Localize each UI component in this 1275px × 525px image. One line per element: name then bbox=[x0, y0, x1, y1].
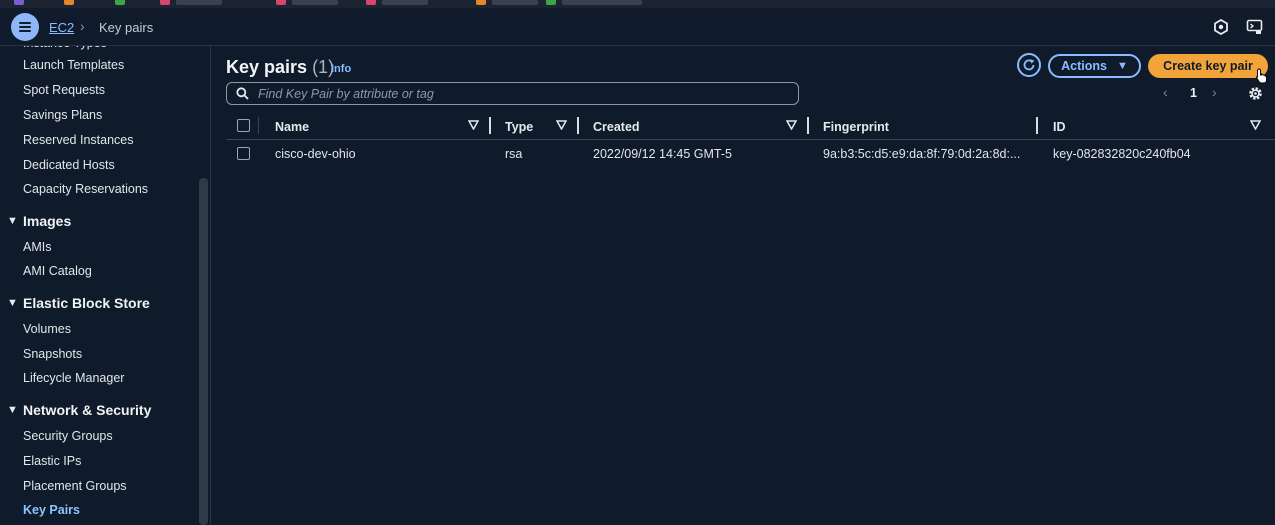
sidebar-item-partial[interactable]: Instance Types bbox=[23, 46, 107, 50]
sidebar-item-snapshots[interactable]: Snapshots bbox=[23, 347, 82, 361]
sidebar-item-security-groups[interactable]: Security Groups bbox=[23, 429, 113, 443]
actions-label: Actions bbox=[1061, 59, 1107, 73]
sidebar-item-savings-plans[interactable]: Savings Plans bbox=[23, 108, 102, 122]
sort-icon[interactable] bbox=[468, 120, 479, 130]
bookmark-icon[interactable] bbox=[366, 0, 376, 5]
sidebar-item-elastic-ips[interactable]: Elastic IPs bbox=[23, 454, 81, 468]
sidebar-item-spot-requests[interactable]: Spot Requests bbox=[23, 83, 105, 97]
column-resize-handle[interactable] bbox=[577, 117, 579, 134]
sidebar-section-title: Images bbox=[23, 213, 72, 229]
cloudshell-icon[interactable] bbox=[1245, 18, 1263, 36]
sort-icon[interactable] bbox=[786, 120, 797, 130]
chevron-right-icon[interactable]: › bbox=[1212, 84, 1217, 100]
column-resize-handle[interactable] bbox=[489, 117, 491, 134]
bookmark-icon[interactable] bbox=[64, 0, 74, 5]
gear-icon[interactable] bbox=[1247, 85, 1264, 102]
sidebar-item-reserved-instances[interactable]: Reserved Instances bbox=[23, 133, 133, 147]
sidebar-item-placement-groups[interactable]: Placement Groups bbox=[23, 479, 127, 493]
chevron-left-icon[interactable]: ‹ bbox=[1163, 84, 1168, 100]
sidebar-item-capacity-reservations[interactable]: Capacity Reservations bbox=[23, 182, 148, 196]
sidebar-section-title: Elastic Block Store bbox=[23, 295, 150, 311]
chevron-right-icon: › bbox=[80, 18, 85, 34]
sidebar-item-ami-catalog[interactable]: AMI Catalog bbox=[23, 264, 92, 278]
pointer-cursor-icon bbox=[1256, 68, 1267, 84]
bookmark-icon[interactable] bbox=[115, 0, 125, 5]
sidebar-item-launch-templates[interactable]: Launch Templates bbox=[23, 58, 124, 72]
triangle-down-icon: ▼ bbox=[7, 404, 18, 416]
sidebar-section-images[interactable]: ▼ Images bbox=[7, 213, 71, 229]
bookmark-bar bbox=[0, 0, 1275, 8]
bookmark-icon[interactable] bbox=[546, 0, 556, 5]
notifications-icon[interactable] bbox=[1212, 18, 1230, 36]
bookmark-label[interactable] bbox=[292, 0, 338, 5]
column-header-type[interactable]: Type bbox=[505, 120, 533, 134]
top-header: EC2 › Key pairs bbox=[0, 8, 1275, 46]
refresh-icon bbox=[1023, 59, 1035, 71]
sidebar-section-title: Network & Security bbox=[23, 402, 152, 418]
bookmark-icon[interactable] bbox=[276, 0, 286, 5]
bookmark-icon[interactable] bbox=[14, 0, 24, 5]
search-bar[interactable] bbox=[226, 82, 799, 105]
select-all-checkbox[interactable] bbox=[237, 119, 250, 132]
triangle-down-icon: ▼ bbox=[7, 215, 18, 227]
column-header-id[interactable]: ID bbox=[1053, 120, 1066, 134]
create-key-pair-button[interactable]: Create key pair bbox=[1148, 54, 1268, 78]
bookmark-label[interactable] bbox=[562, 0, 642, 5]
caret-down-icon: ▼ bbox=[1116, 60, 1128, 72]
triangle-down-icon: ▼ bbox=[7, 297, 18, 309]
column-header-name[interactable]: Name bbox=[275, 120, 309, 134]
main-content: Key pairs (1) Info Actions ▼ Create key … bbox=[212, 46, 1275, 525]
breadcrumb-current: Key pairs bbox=[99, 20, 154, 35]
page-title-text: Key pairs bbox=[226, 57, 308, 77]
page-title: Key pairs (1) bbox=[226, 57, 334, 78]
sidebar-item-volumes[interactable]: Volumes bbox=[23, 322, 71, 336]
cell-id: key-082832820c240fb04 bbox=[1053, 147, 1191, 161]
refresh-button[interactable] bbox=[1017, 53, 1041, 77]
column-header-fingerprint[interactable]: Fingerprint bbox=[823, 120, 889, 134]
sort-icon[interactable] bbox=[1250, 120, 1261, 130]
column-divider bbox=[258, 117, 259, 134]
sidebar-section-elastic-block-store[interactable]: ▼ Elastic Block Store bbox=[7, 295, 150, 311]
column-resize-handle[interactable] bbox=[807, 117, 809, 134]
bookmark-label[interactable] bbox=[382, 0, 428, 5]
sidebar-item-key-pairs[interactable]: Key Pairs bbox=[23, 503, 80, 517]
table-header: Name Type Created Fingerprint ID bbox=[226, 114, 1275, 140]
search-input[interactable] bbox=[258, 86, 778, 101]
info-link[interactable]: Info bbox=[331, 63, 351, 75]
page-number[interactable]: 1 bbox=[1190, 86, 1197, 100]
sidebar-scrollbar[interactable] bbox=[199, 178, 208, 525]
search-icon bbox=[236, 87, 249, 100]
column-resize-handle[interactable] bbox=[1036, 117, 1038, 134]
cell-name[interactable]: cisco-dev-ohio bbox=[275, 147, 356, 161]
hamburger-menu-button[interactable] bbox=[11, 13, 39, 41]
column-header-created[interactable]: Created bbox=[593, 120, 640, 134]
bookmark-icon[interactable] bbox=[476, 0, 486, 5]
breadcrumb-ec2-link[interactable]: EC2 bbox=[49, 20, 74, 35]
bookmark-label[interactable] bbox=[492, 0, 538, 5]
sidebar-section-network-security[interactable]: ▼ Network & Security bbox=[7, 402, 151, 418]
table-row[interactable]: cisco-dev-ohio rsa 2022/09/12 14:45 GMT-… bbox=[226, 142, 1275, 168]
actions-dropdown-button[interactable]: Actions ▼ bbox=[1048, 54, 1141, 78]
cell-created: 2022/09/12 14:45 GMT-5 bbox=[593, 147, 732, 161]
bookmark-icon[interactable] bbox=[160, 0, 170, 5]
row-checkbox[interactable] bbox=[237, 147, 250, 160]
sidebar-item-amis[interactable]: AMIs bbox=[23, 240, 51, 254]
hamburger-icon bbox=[19, 22, 31, 32]
cell-fingerprint: 9a:b3:5c:d5:e9:da:8f:79:0d:2a:8d:... bbox=[823, 147, 1021, 161]
sidebar-item-dedicated-hosts[interactable]: Dedicated Hosts bbox=[23, 158, 115, 172]
bookmark-label[interactable] bbox=[176, 0, 222, 5]
sort-icon[interactable] bbox=[556, 120, 567, 130]
sidebar-item-lifecycle-manager[interactable]: Lifecycle Manager bbox=[23, 371, 124, 385]
cell-type: rsa bbox=[505, 147, 523, 161]
sidebar-nav: Instance Types Launch Templates Spot Req… bbox=[0, 46, 211, 525]
